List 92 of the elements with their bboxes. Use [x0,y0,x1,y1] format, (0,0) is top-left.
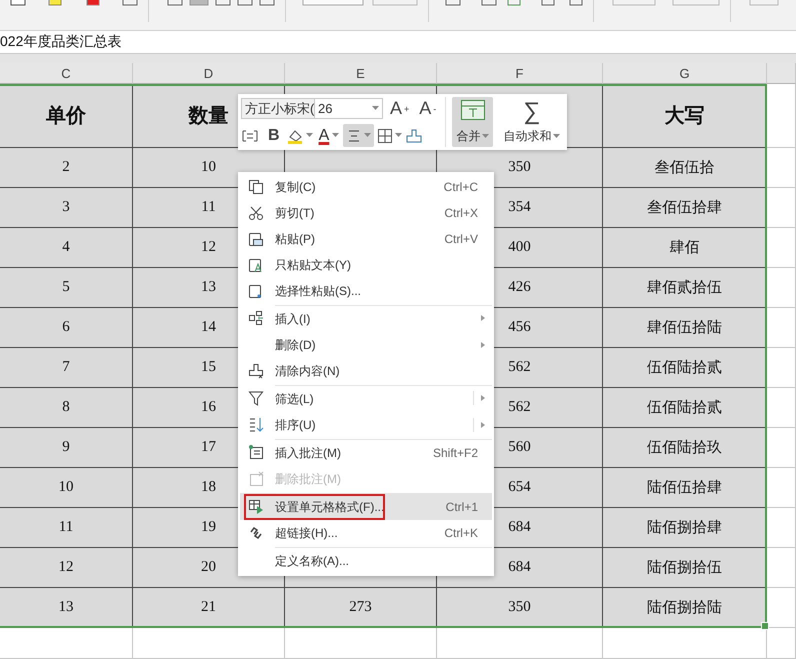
caret-icon[interactable] [482,134,490,139]
table-cell [767,308,796,348]
table-cell: 陆佰捌拾陆 [603,588,767,628]
table-cell: 伍佰陆拾玖 [603,428,767,468]
fill-color-icon[interactable] [286,128,304,144]
table-cell: 叁佰伍拾 [603,148,767,188]
submenu-arrow-icon [481,422,485,428]
caret-icon[interactable] [332,133,340,138]
table-cell [767,388,796,428]
caret-icon[interactable] [372,106,379,111]
menu-item[interactable]: 设置单元格格式(F)... Ctrl+1 [240,493,492,520]
shortcut-text: Ctrl+X [444,206,478,220]
font-color-button[interactable]: A [316,124,332,147]
column-header[interactable]: D [133,63,285,84]
table-cell: 肆佰伍拾陆 [603,308,767,348]
table-cell: 陆佰捌拾肆 [603,508,767,548]
note-delete-icon [248,471,264,487]
table-cell: 7 [0,348,133,388]
caret-icon[interactable] [306,133,313,138]
table-cell [767,188,796,228]
scissors-icon [248,205,264,221]
table-cell [767,268,796,308]
caret-icon[interactable] [553,134,560,139]
merge-cells-icon [460,99,486,121]
table-cell [767,628,796,659]
sigma-icon: ∑ [523,99,540,125]
eraser-icon [248,363,264,379]
caret-icon[interactable] [395,133,402,138]
column-header[interactable]: C [0,63,133,84]
table-cell: 12 [0,548,133,588]
wrap-icon[interactable] [241,128,259,144]
table-cell [767,228,796,268]
increase-font-button[interactable]: A$^{+}$ [387,97,412,120]
submenu-arrow-icon [481,395,485,401]
table-cell [767,348,796,388]
table-cell: 273 [285,588,437,628]
shortcut-text: Ctrl+V [444,232,478,246]
table-cell: 2 [0,148,133,188]
table-cell: 6 [0,308,133,348]
header-cell: 大写 [603,84,767,148]
table-cell: 陆佰捌拾伍 [603,548,767,588]
merge-button[interactable]: 合并 [452,97,494,147]
table-cell: 5 [0,268,133,308]
funnel-icon [248,390,264,406]
link-icon [248,525,264,541]
copy-icon [248,179,264,195]
column-header[interactable]: G [603,63,767,84]
table-cell: 肆佰贰拾伍 [603,268,767,308]
align-button[interactable] [343,124,374,147]
caret-icon[interactable] [364,133,372,138]
table-cell: 21 [133,588,285,628]
column-header[interactable]: F [437,63,603,84]
autosum-button[interactable]: ∑ 自动求和 [499,97,564,147]
paste-special-icon [248,283,264,299]
table-cell: 3 [0,188,133,228]
format-painter-icon[interactable] [405,128,424,144]
table-cell: 10 [0,468,133,508]
note-add-icon [248,444,264,460]
table-cell: 叁佰伍拾肆 [603,188,767,228]
font-name-dropdown[interactable]: 方正小标宋( [241,98,315,119]
cell-format-icon [248,498,264,514]
table-cell [767,84,796,148]
sort-icon [248,417,264,433]
table-cell: 11 [0,508,133,548]
insert-icon [248,310,264,326]
font-size-dropdown[interactable]: 26 [315,98,383,119]
submenu-arrow-icon [481,342,485,348]
formula-input-field[interactable]: 022年度品类汇总表 [0,33,122,51]
border-icon[interactable] [377,128,394,144]
table-cell: 肆佰 [603,228,767,268]
shortcut-text: Ctrl+K [444,526,478,540]
table-cell: 陆佰伍拾肆 [603,468,767,508]
table-cell: 伍佰陆拾贰 [603,388,767,428]
paste-text-icon [248,257,264,273]
bold-button[interactable]: B [265,124,283,147]
table-cell: 伍佰陆拾贰 [603,348,767,388]
table-cell: 13 [0,588,133,628]
table-cell [767,508,796,548]
table-cell: 9 [0,428,133,468]
table-cell [767,428,796,468]
table-cell: 350 [437,588,603,628]
submenu-arrow-icon [481,315,485,321]
column-header[interactable]: E [285,63,437,84]
table-cell [767,548,796,588]
table-cell [767,148,796,188]
decrease-font-button[interactable]: A$^{-}$ [416,97,440,120]
table-cell [767,468,796,508]
clipboard-icon [248,231,264,247]
table-cell [767,588,796,628]
table-cell: 4 [0,228,133,268]
table-cell: 8 [0,388,133,428]
header-cell: 单价 [0,84,133,148]
